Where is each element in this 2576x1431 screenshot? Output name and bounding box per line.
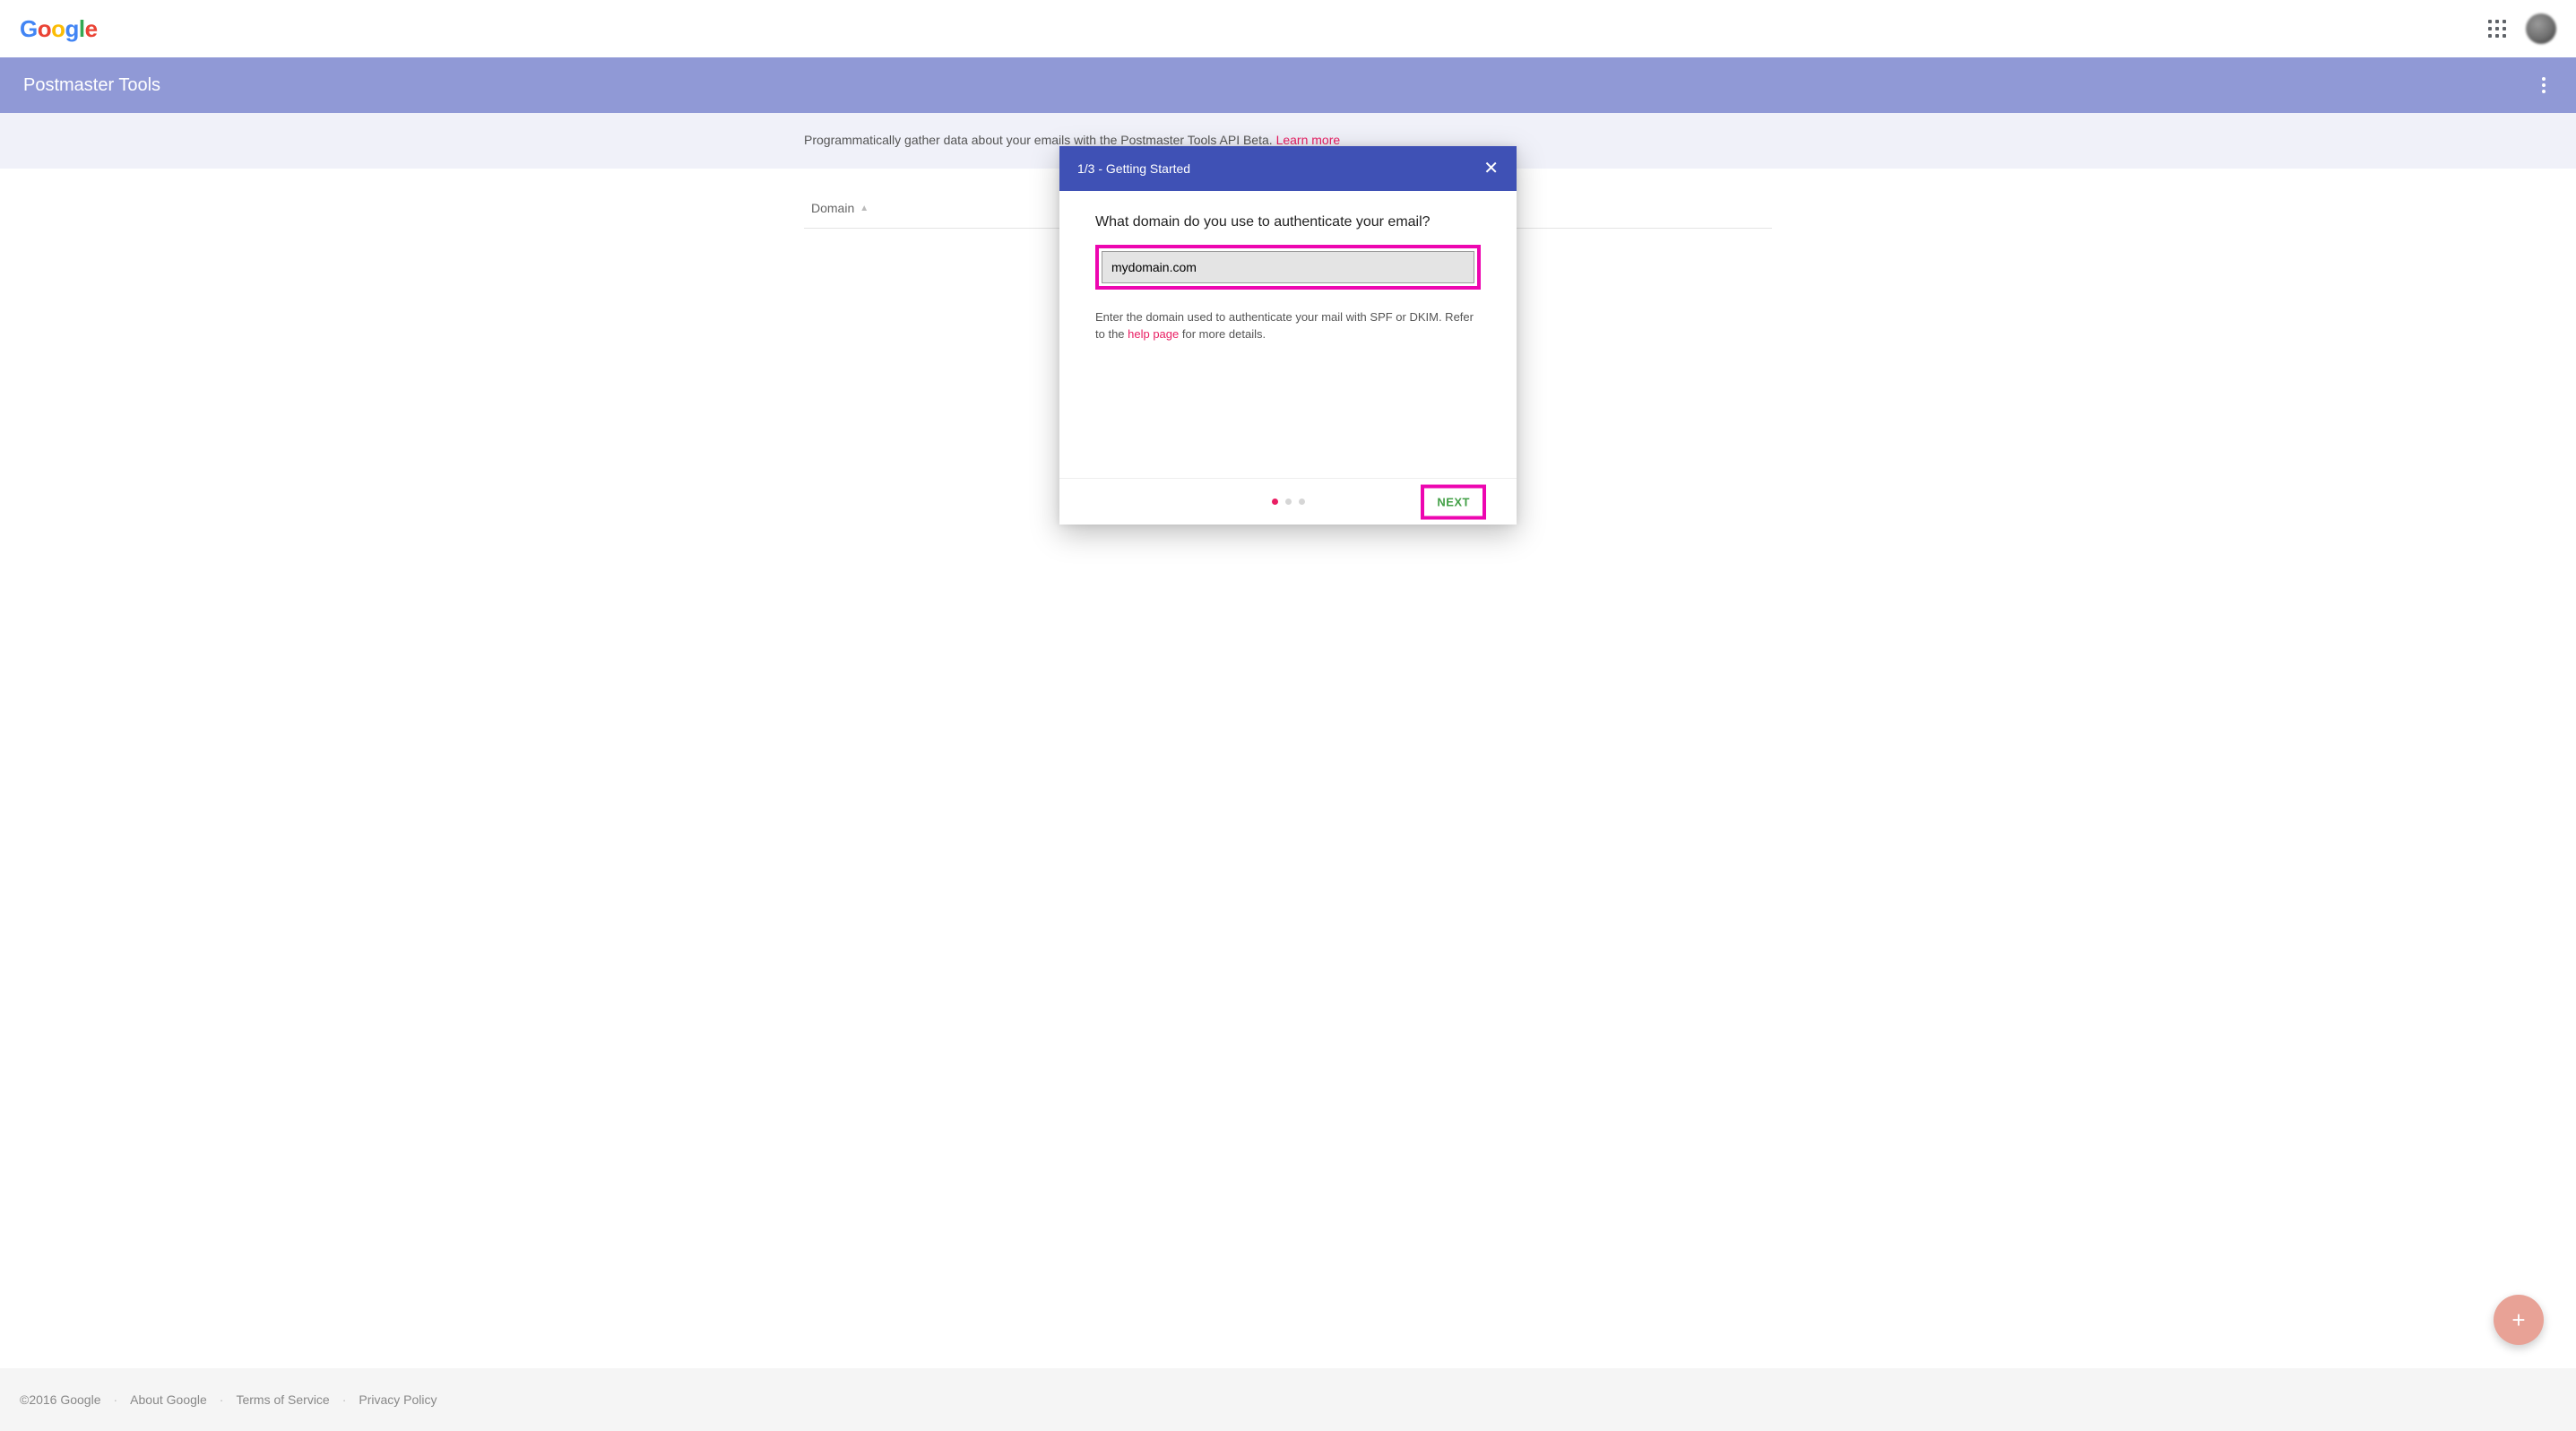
google-bar: G o o g l e bbox=[0, 0, 2576, 57]
domain-input-highlight bbox=[1095, 245, 1481, 290]
copyright: ©2016 Google bbox=[20, 1392, 101, 1407]
column-label: Domain bbox=[811, 201, 854, 215]
logo-letter: o bbox=[51, 15, 65, 43]
add-domain-fab[interactable]: + bbox=[2494, 1295, 2544, 1345]
sort-ascending-icon: ▲ bbox=[860, 204, 869, 213]
modal-question: What domain do you use to authenticate y… bbox=[1095, 214, 1481, 230]
step-dots bbox=[1272, 499, 1305, 505]
overflow-menu-icon[interactable] bbox=[2535, 70, 2553, 100]
learn-more-link[interactable]: Learn more bbox=[1276, 133, 1341, 147]
separator: · bbox=[114, 1392, 118, 1407]
modal-step-label: 1/3 - Getting Started bbox=[1077, 161, 1190, 176]
banner-text: Programmatically gather data about your … bbox=[804, 133, 1276, 147]
footer: ©2016 Google · About Google · Terms of S… bbox=[0, 1368, 2576, 1431]
modal-header: 1/3 - Getting Started ✕ bbox=[1059, 146, 1517, 191]
apps-icon[interactable] bbox=[2488, 20, 2506, 38]
gbar-right bbox=[2488, 13, 2556, 44]
step-dot-3 bbox=[1299, 499, 1305, 505]
next-button[interactable]: NEXT bbox=[1424, 488, 1482, 516]
help-page-link[interactable]: help page bbox=[1128, 327, 1179, 341]
separator: · bbox=[220, 1392, 224, 1407]
main-content: Domain ▲ 1/3 - Getting Started ✕ What do… bbox=[0, 169, 2576, 1368]
app-bar: Postmaster Tools bbox=[0, 57, 2576, 113]
footer-link-about[interactable]: About Google bbox=[130, 1392, 207, 1407]
google-logo[interactable]: G o o g l e bbox=[20, 15, 98, 43]
modal-hint: Enter the domain used to authenticate yo… bbox=[1095, 309, 1481, 343]
plus-icon: + bbox=[2511, 1306, 2525, 1334]
logo-letter: G bbox=[20, 15, 38, 43]
step-dot-2 bbox=[1285, 499, 1292, 505]
separator: · bbox=[342, 1392, 347, 1407]
logo-letter: l bbox=[79, 15, 85, 43]
logo-letter: o bbox=[38, 15, 51, 43]
app-title: Postmaster Tools bbox=[23, 75, 160, 96]
domain-input[interactable] bbox=[1102, 251, 1474, 283]
logo-letter: e bbox=[85, 15, 98, 43]
getting-started-modal: 1/3 - Getting Started ✕ What domain do y… bbox=[1059, 146, 1517, 525]
modal-footer: NEXT bbox=[1059, 478, 1517, 525]
next-button-highlight: NEXT bbox=[1421, 484, 1486, 519]
step-dot-1 bbox=[1272, 499, 1278, 505]
footer-link-terms[interactable]: Terms of Service bbox=[236, 1392, 329, 1407]
footer-link-privacy[interactable]: Privacy Policy bbox=[359, 1392, 437, 1407]
logo-letter: g bbox=[65, 15, 79, 43]
close-icon[interactable]: ✕ bbox=[1483, 160, 1499, 178]
avatar[interactable] bbox=[2526, 13, 2556, 44]
